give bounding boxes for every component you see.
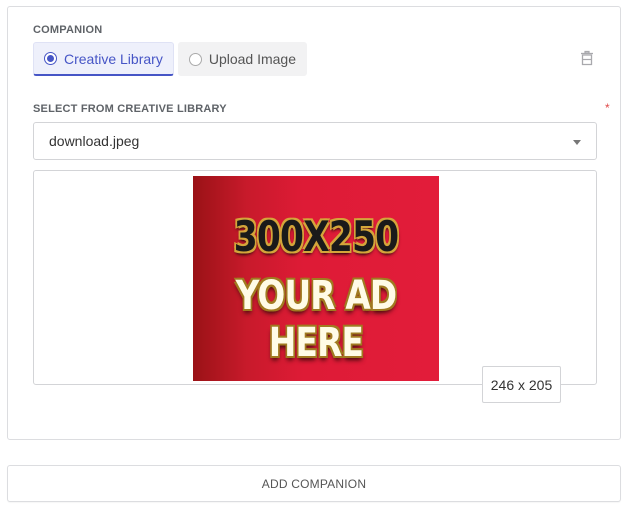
ad-text-here: HERE bbox=[268, 320, 364, 366]
ad-text-your-ad: YOUR AD bbox=[235, 273, 397, 319]
ad-text-size: 300X250 bbox=[233, 212, 399, 261]
radio-selected-icon bbox=[44, 52, 57, 65]
creative-select-value: download.jpeg bbox=[49, 133, 140, 149]
trash-icon[interactable] bbox=[579, 50, 595, 66]
upload-image-label: Upload Image bbox=[208, 51, 296, 67]
companion-section-label: COMPANION bbox=[33, 24, 103, 36]
image-dimensions-badge: 246 x 205 bbox=[482, 366, 561, 403]
select-creative-label: SELECT FROM CREATIVE LIBRARY bbox=[33, 103, 227, 115]
ad-preview-image: 300X250 YOUR AD HERE bbox=[193, 176, 439, 381]
add-companion-button[interactable]: ADD COMPANION bbox=[7, 465, 621, 502]
creative-select[interactable]: download.jpeg bbox=[33, 122, 597, 160]
caret-down-icon bbox=[573, 140, 581, 145]
radio-unselected-icon bbox=[188, 52, 202, 66]
creative-library-label: Creative Library bbox=[64, 50, 163, 67]
source-radio-group: Creative Library Upload Image bbox=[33, 42, 307, 76]
upload-image-option[interactable]: Upload Image bbox=[177, 42, 307, 76]
creative-library-option[interactable]: Creative Library bbox=[33, 42, 174, 76]
required-marker: * bbox=[605, 101, 610, 115]
creative-preview: 300X250 YOUR AD HERE bbox=[33, 170, 597, 385]
